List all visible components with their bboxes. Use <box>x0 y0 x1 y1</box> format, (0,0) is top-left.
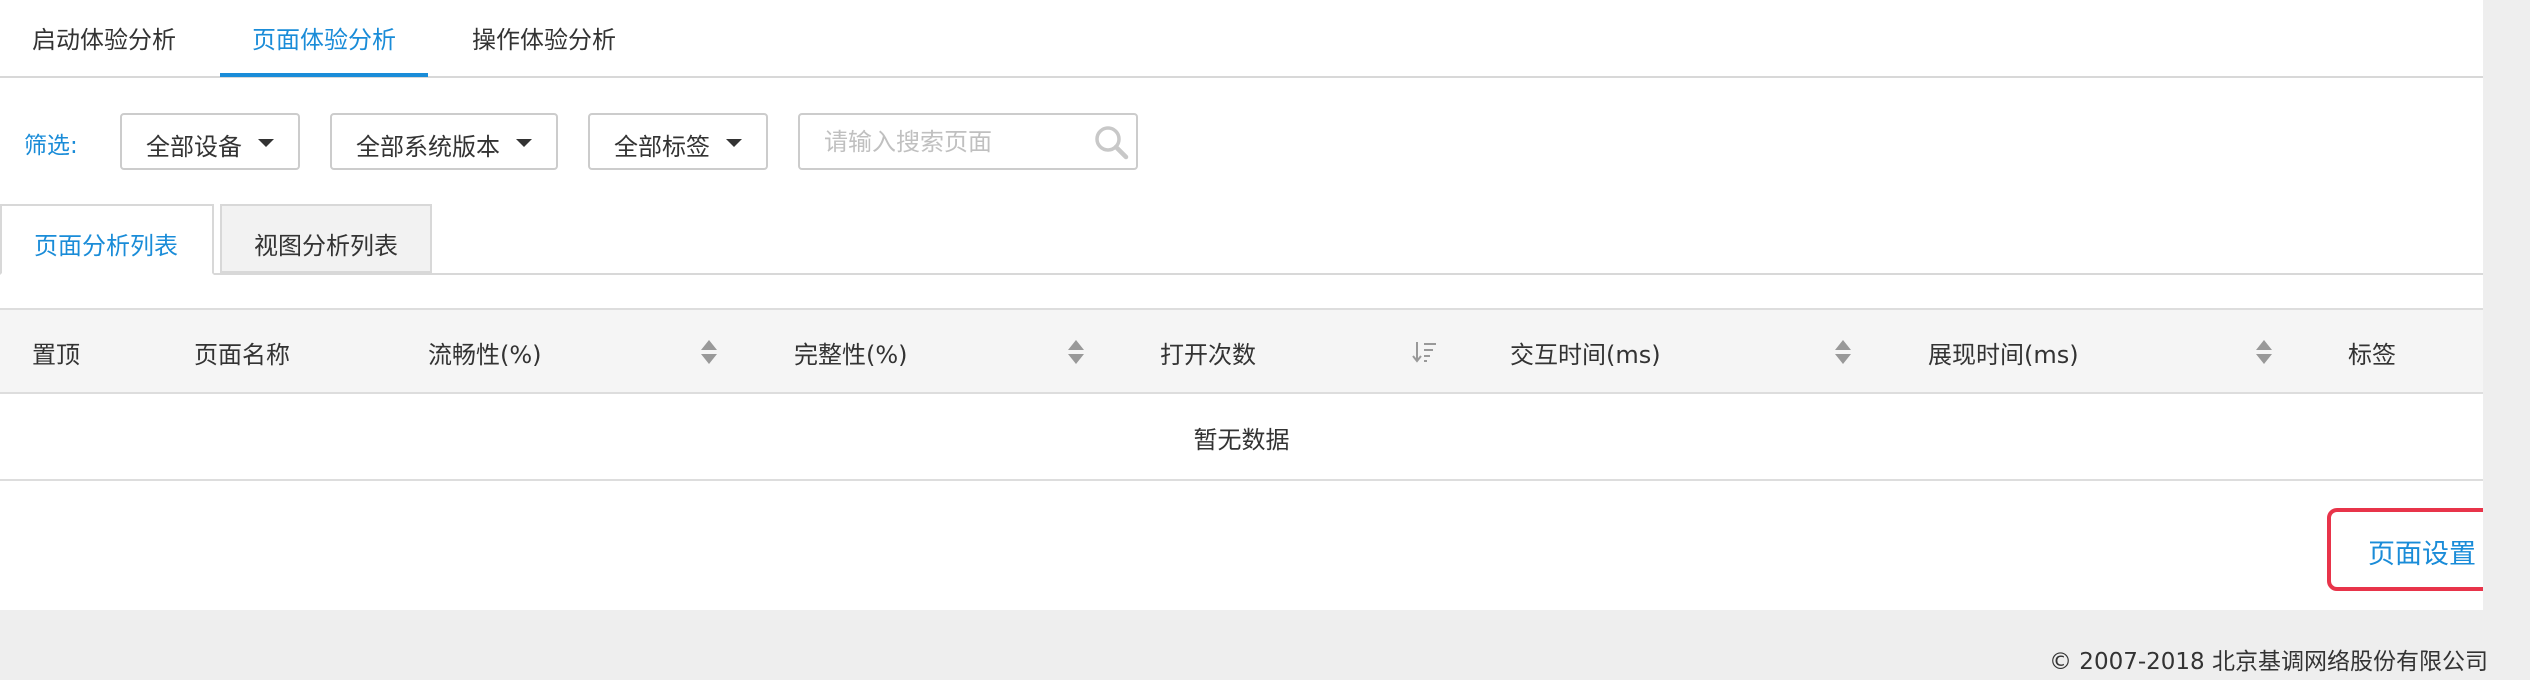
tab-page-experience[interactable]: 页面体验分析 <box>252 20 396 78</box>
sort-icon[interactable] <box>1835 340 1851 366</box>
column-header-display-time[interactable]: 展现时间(ms) <box>1928 335 2079 370</box>
sort-icon[interactable] <box>1068 340 1084 366</box>
tab-page-analysis-list[interactable]: 页面分析列表 <box>0 204 214 275</box>
device-dropdown[interactable]: 全部设备 <box>120 113 300 170</box>
system-version-dropdown[interactable]: 全部系统版本 <box>330 113 558 170</box>
sort-descending-icon[interactable] <box>1412 339 1438 365</box>
copyright-text: © 2007-2018 北京基调网络股份有限公司 <box>2049 649 2488 675</box>
caret-down-icon <box>258 139 274 147</box>
scrollbar-track[interactable] <box>2483 0 2530 610</box>
table-header: 置顶 页面名称 流畅性(%) 完整性(%) 打开次数 交互时间(ms) 展现时间… <box>0 308 2483 394</box>
tab-view-analysis-list[interactable]: 视图分析列表 <box>220 204 432 273</box>
footer: © 2007-2018 北京基调网络股份有限公司 <box>0 610 2530 680</box>
tab-startup-experience[interactable]: 启动体验分析 <box>32 20 176 78</box>
column-header-pin: 置顶 <box>32 341 80 369</box>
empty-state-text: 暂无数据 <box>1193 426 1290 454</box>
filter-label: 筛选: <box>24 133 78 159</box>
sort-icon[interactable] <box>2256 340 2272 366</box>
tab-operation-experience[interactable]: 操作体验分析 <box>472 20 616 78</box>
column-header-open-count[interactable]: 打开次数 <box>1160 335 1256 370</box>
column-header-completeness[interactable]: 完整性(%) <box>794 335 908 370</box>
active-tab-indicator <box>220 73 428 77</box>
search-input[interactable] <box>824 125 1074 159</box>
top-tab-bar: 启动体验分析 页面体验分析 操作体验分析 <box>0 0 2483 78</box>
column-header-smoothness[interactable]: 流畅性(%) <box>428 335 542 370</box>
tags-dropdown-value: 全部标签 <box>614 133 710 161</box>
caret-down-icon <box>516 139 532 147</box>
tab-page-analysis-list-label: 页面分析列表 <box>34 232 178 260</box>
main-content: 启动体验分析 页面体验分析 操作体验分析 筛选: 全部设备 全部系统版本 全部标… <box>0 0 2530 610</box>
tab-view-analysis-list-label: 视图分析列表 <box>254 232 398 260</box>
search-box <box>798 113 1138 170</box>
tags-dropdown[interactable]: 全部标签 <box>588 113 768 170</box>
column-header-page-name: 页面名称 <box>194 341 290 369</box>
caret-down-icon <box>726 139 742 147</box>
column-header-tags: 标签 <box>2348 341 2396 369</box>
device-dropdown-value: 全部设备 <box>146 133 242 161</box>
sort-icon[interactable] <box>701 340 717 366</box>
column-header-interaction-time[interactable]: 交互时间(ms) <box>1510 335 1661 370</box>
table-body: 暂无数据 <box>0 394 2483 481</box>
search-icon[interactable] <box>1092 123 1132 163</box>
sub-tab-divider <box>0 273 2483 275</box>
system-version-dropdown-value: 全部系统版本 <box>356 133 500 161</box>
